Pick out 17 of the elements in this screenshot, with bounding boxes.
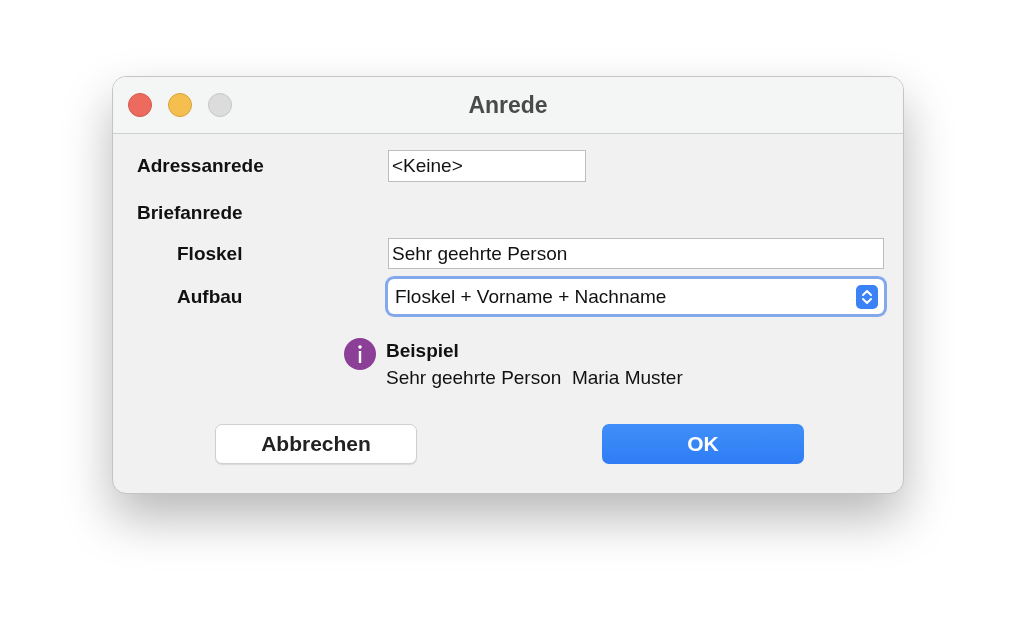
input-field[interactable]: <Keine> [388,150,586,182]
section-heading: Briefanrede [137,202,243,224]
field-label: Floskel [177,242,243,264]
field-label: Adressanrede [137,155,264,176]
stepper-icon [856,284,878,309]
close-button[interactable] [128,93,152,117]
cancel-button[interactable]: Abbrechen [215,424,417,464]
ok-button[interactable]: OK [602,424,804,464]
dropdown[interactable]: Floskel + Vorname + Nachname [388,279,884,314]
example-title: Beispiel [386,340,460,362]
minimize-button[interactable] [168,93,192,117]
window-title: Anrede [468,91,548,119]
zoom-button[interactable] [208,93,232,117]
input-field[interactable]: Sehr geehrte Person [388,238,884,269]
example-text: Sehr geehrte Person Maria Muster [386,367,683,389]
info-icon [344,338,376,370]
field-label: Aufbau [177,285,243,307]
